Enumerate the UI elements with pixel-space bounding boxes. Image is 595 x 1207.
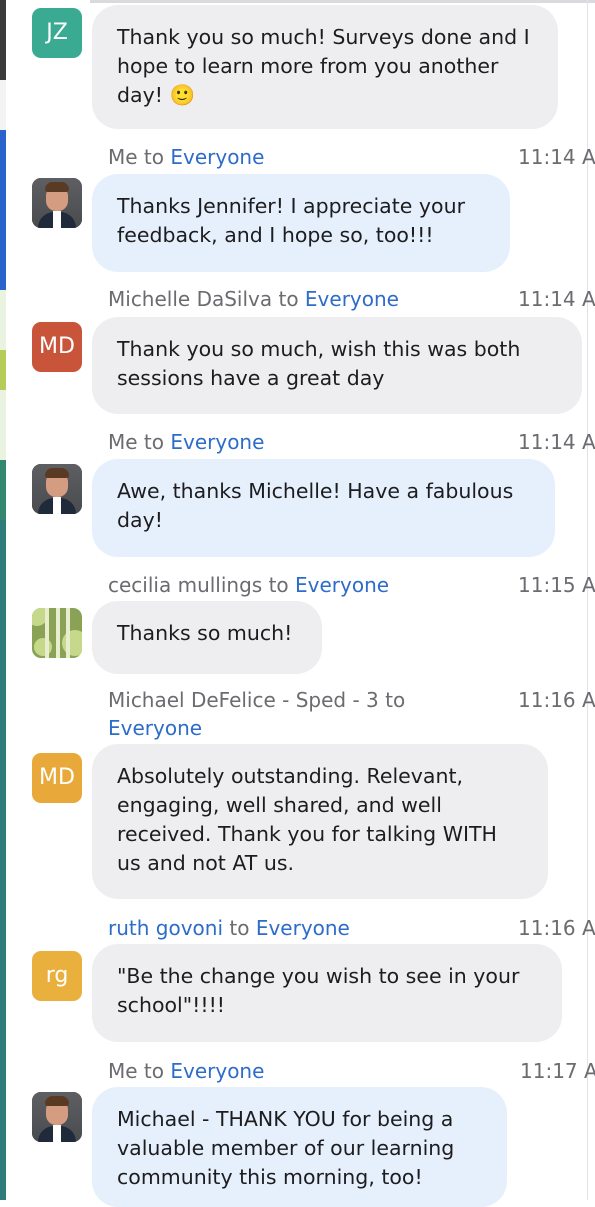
photo-hair	[45, 1096, 69, 1106]
edge-segment	[0, 80, 6, 130]
to-word: to	[385, 688, 406, 712]
edge-segment	[0, 390, 6, 460]
edge-segment	[0, 520, 6, 1200]
message-time: 11:17 AM	[520, 1059, 595, 1083]
avatar-initials: MD	[32, 753, 82, 803]
message-header: Me to Everyone	[108, 143, 264, 171]
sender-name[interactable]: ruth govoni	[108, 916, 223, 940]
message-text: Absolutely outstanding. Relevant, engagi…	[117, 764, 497, 875]
avatar	[32, 1092, 82, 1142]
message-text: Thanks so much!	[117, 621, 293, 645]
to-word: to	[268, 573, 289, 597]
message-text: Thank you so much! Surveys done and I ho…	[117, 25, 530, 107]
sender-name: Michelle DaSilva	[108, 287, 273, 311]
message-header: Michael DeFelice - Sped - 3 to Everyone	[108, 686, 448, 742]
sender-name: Me	[108, 1059, 138, 1083]
photo-hair	[45, 468, 69, 478]
message-bubble: Michael - THANK YOU for being a valuable…	[92, 1087, 507, 1207]
recipient-link[interactable]: Everyone	[108, 716, 202, 740]
sender-name: Me	[108, 430, 138, 454]
avatar-initials-text: JZ	[46, 20, 68, 45]
message-header: cecilia mullings to Everyone	[108, 571, 389, 599]
message-header: Michelle DaSilva to Everyone	[108, 285, 399, 313]
to-word: to	[143, 145, 164, 169]
message-time: 11:14 AM	[518, 145, 595, 169]
panel-right-border	[587, 0, 588, 1200]
avatar-initials-text: MD	[39, 765, 75, 790]
message-time: 11:16 AM	[518, 688, 595, 712]
recipient-link[interactable]: Everyone	[170, 1059, 264, 1083]
edge-segment	[0, 460, 6, 520]
message-text: Thank you so much, wish this was both se…	[117, 337, 521, 390]
message-bubble: Thanks Jennifer! I appreciate your feedb…	[92, 174, 510, 272]
recipient-link[interactable]: Everyone	[305, 287, 399, 311]
message-text: Michael - THANK YOU for being a valuable…	[117, 1107, 455, 1189]
recipient-link[interactable]: Everyone	[256, 916, 350, 940]
message-time: 11:14 AM	[518, 430, 595, 454]
message-text: Thanks Jennifer! I appreciate your feedb…	[117, 194, 465, 247]
recipient-link[interactable]: Everyone	[170, 145, 264, 169]
photo-trunk	[56, 608, 60, 658]
photo-shirt	[53, 211, 61, 228]
to-word: to	[143, 430, 164, 454]
edge-segment	[0, 290, 6, 350]
photo-trunk	[66, 608, 70, 658]
avatar-initials: MD	[32, 322, 82, 372]
sender-name: Michael DeFelice - Sped - 3	[108, 688, 379, 712]
avatar-initials-text: MD	[39, 334, 75, 359]
photo-leaf	[34, 638, 52, 656]
sender-name: Me	[108, 145, 138, 169]
sender-name: cecilia mullings	[108, 573, 263, 597]
message-header: Me to Everyone	[108, 1057, 264, 1085]
window-edge-strip	[0, 0, 6, 1200]
message-text: Awe, thanks Michelle! Have a fabulous da…	[117, 479, 514, 532]
nature-photo-icon	[32, 608, 82, 658]
avatar	[32, 178, 82, 228]
recipient-link[interactable]: Everyone	[170, 430, 264, 454]
photo-shirt	[53, 497, 61, 514]
avatar-initials-text: rg	[45, 963, 69, 988]
message-text: "Be the change you wish to see in your s…	[117, 964, 520, 1017]
edge-segment	[0, 130, 6, 290]
photo-hair	[45, 182, 69, 192]
top-divider	[90, 0, 595, 3]
to-word: to	[229, 916, 250, 940]
message-header: ruth govoni to Everyone	[108, 914, 350, 942]
chat-panel: JZ Thank you so much! Surveys done and I…	[0, 0, 595, 1207]
edge-segment	[0, 0, 6, 80]
avatar-initials: JZ	[32, 8, 82, 58]
recipient-link[interactable]: Everyone	[295, 573, 389, 597]
to-word: to	[278, 287, 299, 311]
message-time: 11:14 AM	[518, 287, 595, 311]
message-bubble: Thank you so much, wish this was both se…	[92, 317, 582, 414]
message-header: Me to Everyone	[108, 428, 264, 456]
to-word: to	[143, 1059, 164, 1083]
message-bubble: "Be the change you wish to see in your s…	[92, 944, 562, 1042]
photo-trunk	[45, 608, 49, 658]
edge-segment	[0, 350, 6, 390]
message-bubble: Awe, thanks Michelle! Have a fabulous da…	[92, 459, 555, 557]
photo-shirt	[53, 1125, 61, 1142]
message-bubble: Absolutely outstanding. Relevant, engagi…	[92, 744, 548, 899]
avatar-initials: rg	[32, 951, 82, 1001]
avatar	[32, 464, 82, 514]
photo-leaf	[62, 630, 82, 656]
message-time: 11:15 AM	[518, 573, 595, 597]
message-bubble: Thank you so much! Surveys done and I ho…	[92, 5, 558, 129]
message-time: 11:16 AM	[518, 916, 595, 940]
message-bubble: Thanks so much!	[92, 601, 322, 674]
